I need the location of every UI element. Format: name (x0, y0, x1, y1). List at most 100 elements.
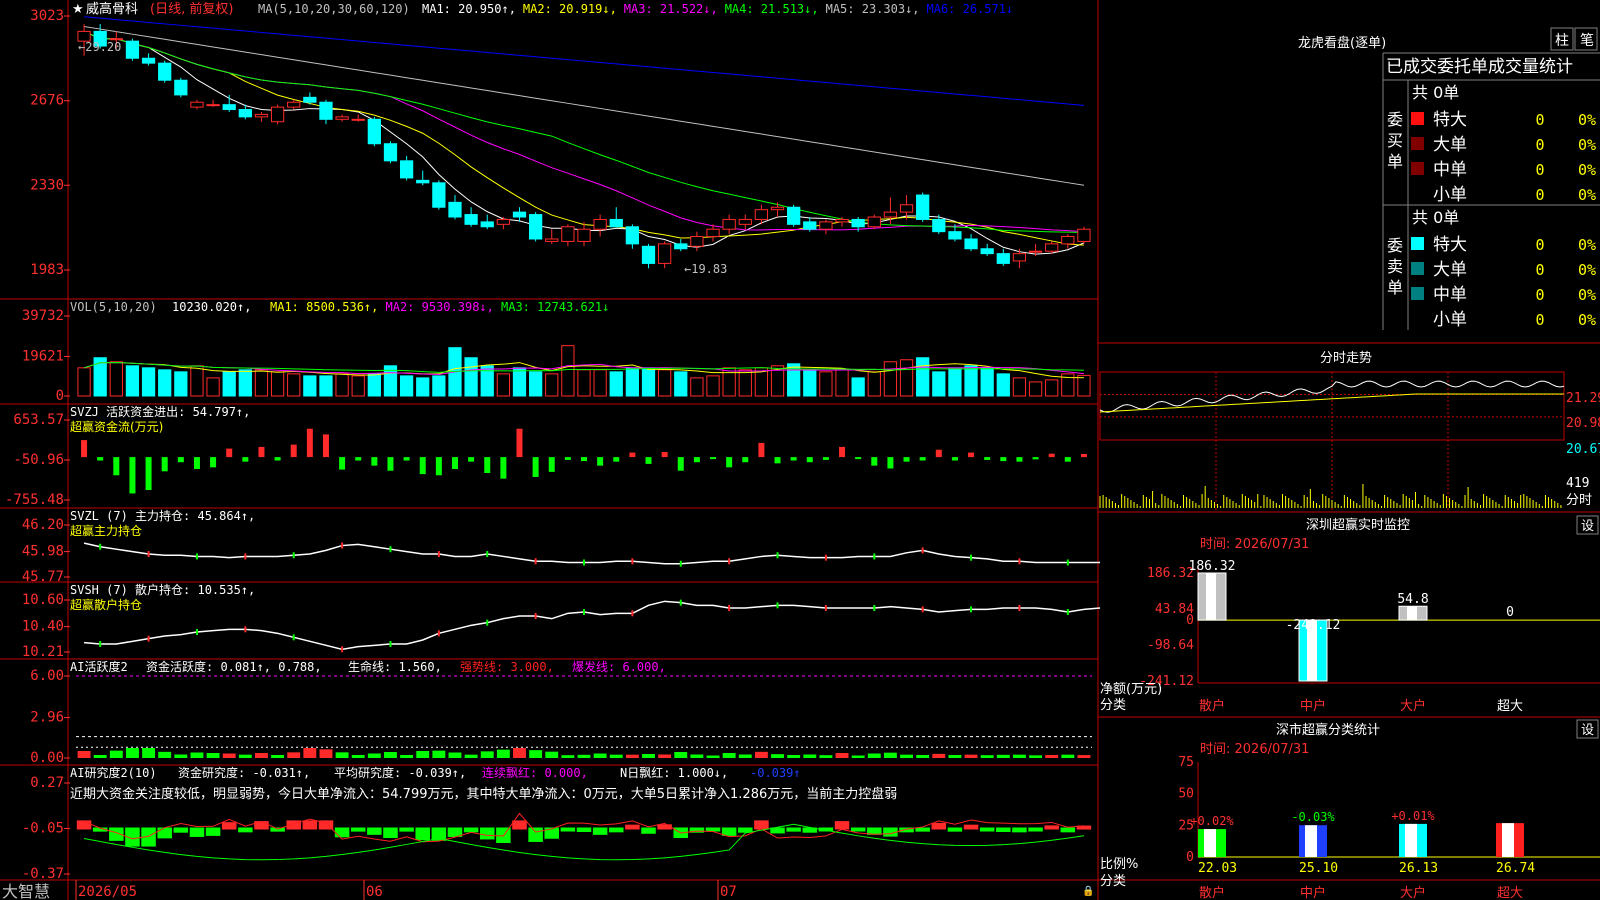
axis-tick-label: 2676 (30, 93, 64, 109)
candle-body (335, 116, 349, 120)
candle-body (932, 218, 946, 233)
axis-tick-label: -0.37 (22, 866, 64, 882)
fund-flow-bar (532, 457, 539, 477)
axis-tick-label: 3023 (30, 8, 64, 24)
activity-bar (996, 754, 1010, 758)
volume-bar (674, 371, 688, 397)
activity-bar (319, 749, 333, 758)
retail-holding-line[interactable] (84, 599, 1101, 653)
category-label: 分类 (1100, 698, 1126, 713)
research-bar (254, 821, 269, 830)
svzj-sub: 超赢资金流(万元) (70, 419, 163, 434)
research-bar (625, 824, 640, 830)
research-bar (996, 827, 1011, 832)
candle-body (254, 113, 269, 118)
fund-flow-bar (97, 457, 104, 461)
research-bar (786, 827, 801, 832)
candle-body (416, 179, 430, 184)
activity-bar (93, 755, 107, 758)
candle-body (706, 228, 720, 238)
activity-bar (754, 751, 768, 758)
order-stats-tab[interactable]: 已成交委托单成交量统计 (1386, 57, 1573, 77)
order-swatch (1411, 287, 1424, 300)
axis-tick-label: 45.77 (22, 569, 64, 585)
activity-bar (287, 752, 301, 758)
candle-body (496, 218, 510, 225)
fund-flow-bar (210, 457, 217, 468)
high-price-marker: ←29.20 (78, 40, 121, 54)
fund-flow-bar (887, 457, 894, 469)
ratio-unit-label: 比例% (1100, 857, 1138, 872)
candle-body (770, 206, 785, 211)
activity-bar (900, 754, 913, 758)
net-flow-monitor-chart[interactable]: 186.3243.840-98.64-241.12186.32散户-241.12… (1139, 559, 1600, 714)
svzl-axis: 46.20 45.98 45.77 (22, 517, 70, 585)
order-row-pct: 0% (1578, 311, 1596, 329)
candle-body (1045, 243, 1059, 252)
fund-flow-bar (113, 457, 120, 476)
candle-body (174, 79, 188, 96)
main-force-holding-line[interactable] (83, 542, 1101, 567)
research-plot[interactable] (76, 812, 1092, 861)
fund-flow-bar (226, 448, 233, 458)
volume-bar (206, 377, 220, 397)
lock-icon[interactable]: 🔒 (1082, 885, 1094, 897)
category-ratio-chart[interactable]: 755025022.03+0.02%散户25.10-0.03%中户26.13+0… (1178, 755, 1600, 900)
axis-tick-label: 0 (56, 388, 64, 404)
intraday-chart[interactable]: 21.29 20.98 20.67 419 分时 (1099, 371, 1600, 510)
sell-title-char: 委 (1387, 236, 1403, 255)
research-bar (576, 827, 592, 832)
activity-bar (271, 755, 285, 758)
volume-bar (351, 375, 365, 397)
svzl-sub: 超赢主力持仓 (70, 523, 142, 538)
candle-body (238, 109, 252, 118)
buy-order-title: 委买单 (1387, 110, 1403, 171)
volume-bar (238, 369, 252, 397)
volume-bar (996, 373, 1010, 397)
candle-body (980, 248, 994, 255)
research-bar (415, 827, 430, 841)
intraday-title: 分时走势 (1320, 350, 1372, 366)
stock-chart-canvas[interactable]: ★ 威高骨科 (日线, 前复权) MA(5,10,20,30,60,120) M… (0, 0, 1600, 900)
volume-bar (141, 367, 156, 397)
intraday-vol-tick: 419 (1566, 476, 1589, 491)
activity-bar (658, 754, 672, 758)
research-bar (963, 824, 979, 830)
research-bar (931, 822, 947, 830)
volume-bar (190, 365, 204, 397)
volume-bar (1077, 374, 1091, 397)
ai2-lifeline: 生命线: 1.560, (348, 659, 442, 674)
research-bar (947, 827, 963, 832)
volume-bars[interactable] (77, 345, 1091, 397)
period-label: (日线, 前复权) (150, 1, 233, 17)
buy-title-char: 委 (1387, 110, 1403, 129)
activity-bar (593, 753, 607, 758)
order-row-label: 中单 (1433, 285, 1467, 305)
fund-flow-bar (1000, 457, 1007, 462)
fund-flow-bar (822, 457, 829, 460)
activity-plot[interactable] (76, 675, 1092, 758)
candle-body (480, 221, 494, 228)
stock-name[interactable]: 威高骨科 (86, 1, 138, 17)
fund-flow-bars[interactable] (81, 428, 1087, 494)
stat-value: 26.13 (1399, 861, 1438, 876)
volume-bar (512, 367, 527, 397)
candle-body (690, 236, 704, 247)
fund-flow-bar (677, 457, 684, 471)
activity-bar (577, 754, 591, 758)
fund-flow-bar (129, 457, 136, 494)
category-label-2: 分类 (1100, 874, 1126, 889)
study-axis: 0.27 -0.05 -0.37 (22, 775, 70, 882)
sell-title-char: 卖 (1387, 257, 1403, 276)
volume-bar (270, 371, 285, 397)
axis-tick-label: 45.98 (22, 544, 64, 560)
intraday-tick: 20.98 (1566, 416, 1600, 431)
activity-bar (400, 755, 414, 758)
activity-bar (351, 755, 365, 758)
activity-bar (335, 752, 349, 758)
order-row-count: 0 (1535, 136, 1544, 154)
stat-category: 超大 (1497, 886, 1523, 900)
activity-bar (771, 754, 784, 758)
candle-body (222, 104, 236, 111)
volume-bar (899, 359, 914, 397)
